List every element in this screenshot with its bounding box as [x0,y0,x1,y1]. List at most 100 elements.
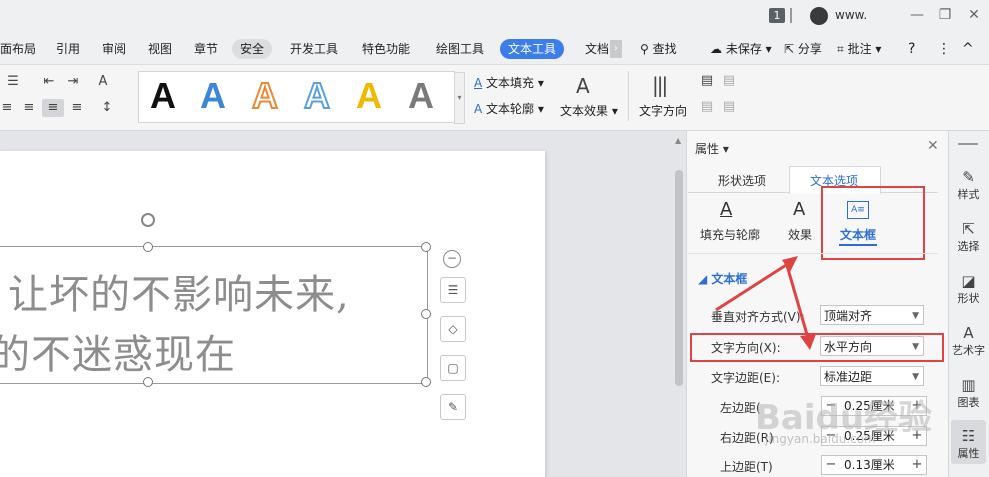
art-style-gold[interactable]: A [356,78,382,114]
fill-color-icon[interactable]: ◇ [440,316,466,342]
panel-close-icon[interactable]: ✕ [927,138,939,154]
outline-icon[interactable]: ▢ [440,355,466,381]
chevron-down-icon: ▼ [912,311,919,321]
panel-title[interactable]: 属性 ▾ [695,140,729,157]
art-style-orange-outline[interactable]: A [251,77,279,115]
decrement-icon[interactable]: − [822,456,840,474]
annotation-arrows [715,256,816,350]
rail-item-select[interactable]: ⇱ 选择 [948,220,989,254]
more-button[interactable]: ⋮ [937,39,951,59]
fill-outline-icon[interactable]: A [720,199,732,220]
arrow-line-up [715,258,795,312]
resize-handle-right[interactable] [421,309,431,319]
sliders-icon: ☷ [961,427,976,445]
resize-handle-bottom-right[interactable] [421,377,431,387]
rotate-handle-icon[interactable] [141,213,155,227]
art-style-blue[interactable]: A [200,78,226,114]
restore-button[interactable]: ❐ [933,4,957,26]
comment-button[interactable]: ⌗ 批注 ▾ [837,39,881,59]
divider [790,8,792,23]
rail-item-chart[interactable]: ▥ 图表 [948,376,989,410]
text-effect-icon[interactable]: A [576,74,590,98]
arrow-head-down [800,334,816,350]
scrollbar-thumb[interactable] [675,170,683,386]
minimize-button[interactable]: — [905,4,929,26]
menu-page-layout[interactable]: 面布局 [0,39,44,59]
collapse-ribbon-button[interactable]: ^ [962,39,974,59]
menu-developer[interactable]: 开发工具 [282,39,346,59]
art-style-gray[interactable]: A [408,78,434,114]
bullet-list-icon[interactable]: ☰ [2,73,24,91]
search-icon: ⚲ [640,42,649,56]
avatar[interactable] [810,7,828,25]
effect-icon[interactable]: A [793,199,805,220]
top-margin-stepper[interactable]: − 0.13厘米 + [821,455,927,475]
document-text-line-1: 让坏的不影响未来, [8,272,350,318]
justify-icon[interactable]: ≡ [42,99,64,117]
text-fill-button[interactable]: A 文本填充 ▾ [474,74,544,91]
menu-security[interactable]: 安全 [232,39,273,59]
text-outline-icon: A [474,102,483,116]
close-button[interactable]: ✕ [962,4,986,26]
help-button[interactable]: ? [908,39,915,59]
arrow-head-up [782,256,798,272]
menu-chapter[interactable]: 章节 [186,39,226,59]
distribute-icon[interactable]: ≡ [66,99,88,117]
unsaved-button[interactable]: ☁ 未保存 ▾ [710,39,772,59]
menu-view[interactable]: 视图 [140,39,180,59]
gallery-expand-icon[interactable]: ▾ [454,72,465,124]
tab-shape-options[interactable]: 形状选项 [718,172,766,189]
margin-dropdown[interactable]: 标准边距 ▼ [820,366,924,386]
text-direction-button[interactable]: 文字方向 [639,102,687,119]
margin-label: 文字边距(E): [711,371,780,385]
text-effect-button[interactable]: 文本效果 ▾ [560,102,618,119]
resize-handle-top[interactable] [143,242,153,252]
line-spacing-icon[interactable]: ↕ [96,99,118,117]
vert-align-dropdown[interactable]: 顶端对齐 ▼ [820,305,924,325]
align-right-icon[interactable]: ≡ [18,99,40,117]
rail-item-style[interactable]: ✎ 样式 [948,168,989,202]
chart-icon: ▥ [961,376,976,394]
text-box-unlink-icon[interactable]: ▤ [718,98,740,116]
layout-options-icon[interactable]: ☰ [440,277,466,303]
chevron-down-icon: ▼ [912,372,919,382]
arrow-line-down [784,261,810,339]
menu-features[interactable]: 特色功能 [354,39,418,59]
document-text-line-2: 的不迷惑现在 [0,332,236,378]
font-size-icon[interactable]: A [92,73,114,91]
collapse-float-icon[interactable]: − [443,250,461,268]
decrease-indent-icon[interactable]: ⇤ [38,73,60,91]
menu-text-tools[interactable]: 文本工具 [500,39,565,59]
text-box-break-icon[interactable]: ▤ [696,98,718,116]
user-name[interactable]: www. [835,8,867,22]
text-box-link-icon[interactable]: ▤ [718,72,740,90]
menu-drawing-tools[interactable]: 绘图工具 [428,39,492,59]
resize-handle-top-right[interactable] [421,242,431,252]
rail-grip [958,143,978,145]
rail-item-shape[interactable]: ◪ 形状 [948,272,989,306]
increment-icon[interactable]: + [908,456,926,474]
art-text-icon: A [963,324,974,342]
text-box-icon[interactable]: ▤ [696,72,718,90]
rail-item-art-text[interactable]: A 艺术字 [948,324,989,358]
menu-review[interactable]: 审阅 [94,39,134,59]
text-direction-icon[interactable]: ||| [652,73,668,97]
text-outline-button[interactable]: A 文本轮廓 ▾ [474,100,544,117]
art-style-blue-outline[interactable]: A [303,77,331,115]
menu-references[interactable]: 引用 [48,39,88,59]
search-button[interactable]: ⚲ 查找 [640,39,677,59]
highlight-box-textbox-tab [821,186,925,260]
text-fill-icon: A [474,76,483,90]
share-button[interactable]: ⇱ 分享 [784,39,822,59]
window-count-badge[interactable]: 1 [769,8,785,23]
format-brush-icon[interactable]: ✎ [440,394,466,420]
rail-item-properties[interactable]: ☷ 属性 [948,427,989,461]
increase-indent-icon[interactable]: ⇥ [62,73,84,91]
direction-dropdown[interactable]: 水平方向 ▼ [820,336,924,356]
watermark-url: jingyan.baidu.com [765,432,876,446]
align-left-icon[interactable]: ≡ [0,99,18,117]
menu-scroll-right-icon[interactable]: › [610,40,622,58]
share-icon: ⇱ [784,42,795,56]
scroll-up-icon[interactable]: ▲ [675,136,681,145]
art-style-black[interactable]: A [150,78,176,114]
